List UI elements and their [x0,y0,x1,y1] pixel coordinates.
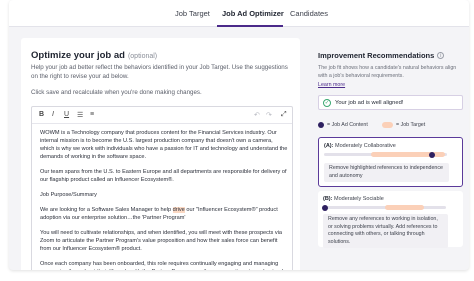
legend-job-target: = Job Target [396,122,426,128]
behavior-scale [324,151,447,158]
underline-button[interactable]: U [64,111,69,118]
recommendation-letter: (A): [324,143,334,149]
aligned-status-banner: ✓ Your job ad is well aligned! [318,95,463,110]
app-window: Job Target Job Ad Optimizer Candidates O… [9,0,469,270]
job-ad-editor[interactable]: B I U ☰ ≡ ↶ ↷ ⤢ WOWM is a Technology com… [31,106,293,270]
italic-button[interactable]: I [52,111,54,118]
expand-icon[interactable]: ⤢ [281,111,287,119]
recommendation-advice: Remove any references to working in isol… [323,214,448,248]
recommendation-label: Moderately Collaborative [335,143,396,149]
legend-job-ad: = Job Ad Content [327,122,368,128]
ad-paragraph: WOWM is a Technology company that produc… [40,130,288,160]
aligned-message: Your job ad is well aligned! [335,100,404,106]
recommendation-letter: (B): [323,196,333,202]
highlighted-term[interactable]: drive [172,207,185,213]
save-hint: Click save and recalculate when you're d… [31,89,202,96]
ad-paragraph: Once each company has been onboarded, th… [40,261,283,270]
recommendation-header: (B): Moderately Sociable [323,196,384,202]
job-target-range-icon [382,122,393,128]
check-circle-icon: ✓ [323,99,331,107]
ad-paragraph: Our team spans from the U.S. to Eastern … [40,169,287,183]
tab-candidates[interactable]: Candidates [290,9,328,18]
job-ad-marker [429,151,436,158]
title-text: Optimize your job ad [31,50,125,61]
recommendation-card-a[interactable]: (A): Moderately Collaborative Remove hig… [318,137,463,187]
undo-icon[interactable]: ↶ [254,111,260,119]
recommendations-title: Improvement Recommendations i [318,51,445,60]
recommendation-label: Moderately Sociable [334,196,384,202]
optional-label: (optional) [127,53,158,60]
numbered-list-icon[interactable]: ≡ [90,111,94,118]
bold-button[interactable]: B [39,111,44,118]
active-tab-indicator [217,25,283,27]
redo-icon[interactable]: ↷ [266,111,272,119]
recommendation-advice: Remove highlighted references to indepen… [324,163,449,182]
ad-text-content[interactable]: WOWM is a Technology company that produc… [40,129,288,270]
tab-job-ad-optimizer[interactable]: Job Ad Optimizer [222,9,284,18]
recommendation-card-b[interactable]: (B): Moderately Sociable Remove any refe… [318,191,463,248]
recommendations-description: The job fit shows how a candidate's natu… [318,65,457,79]
tab-job-target[interactable]: Job Target [175,9,210,18]
recommendation-header: (A): Moderately Collaborative [324,143,396,149]
recommendations-title-text: Improvement Recommendations [318,51,435,60]
bullet-list-icon[interactable]: ☰ [77,111,83,119]
ad-section-heading: Job Purpose/Summary [40,192,97,198]
job-ad-marker-icon [318,122,324,128]
ad-paragraph: You will need to cultivate relationships… [40,230,283,252]
job-target-range [384,205,424,210]
info-icon[interactable]: i [437,52,445,59]
behavior-scale [322,204,446,211]
optimizer-card: Optimize your job ad (optional) Help your… [21,38,300,270]
job-ad-marker [322,204,329,211]
intro-text: Help your job ad better reflect the beha… [31,64,288,80]
tab-bar: Job Target Job Ad Optimizer Candidates [9,0,469,27]
ad-text-run: We are looking for a Software Sales Mana… [40,207,173,213]
page-title: Optimize your job ad (optional) [31,50,157,61]
learn-more-link[interactable]: Learn more [318,82,345,88]
ad-paragraph: We are looking for a Software Sales Mana… [40,206,288,222]
editor-toolbar: B I U ☰ ≡ ↶ ↷ ⤢ [32,107,292,124]
